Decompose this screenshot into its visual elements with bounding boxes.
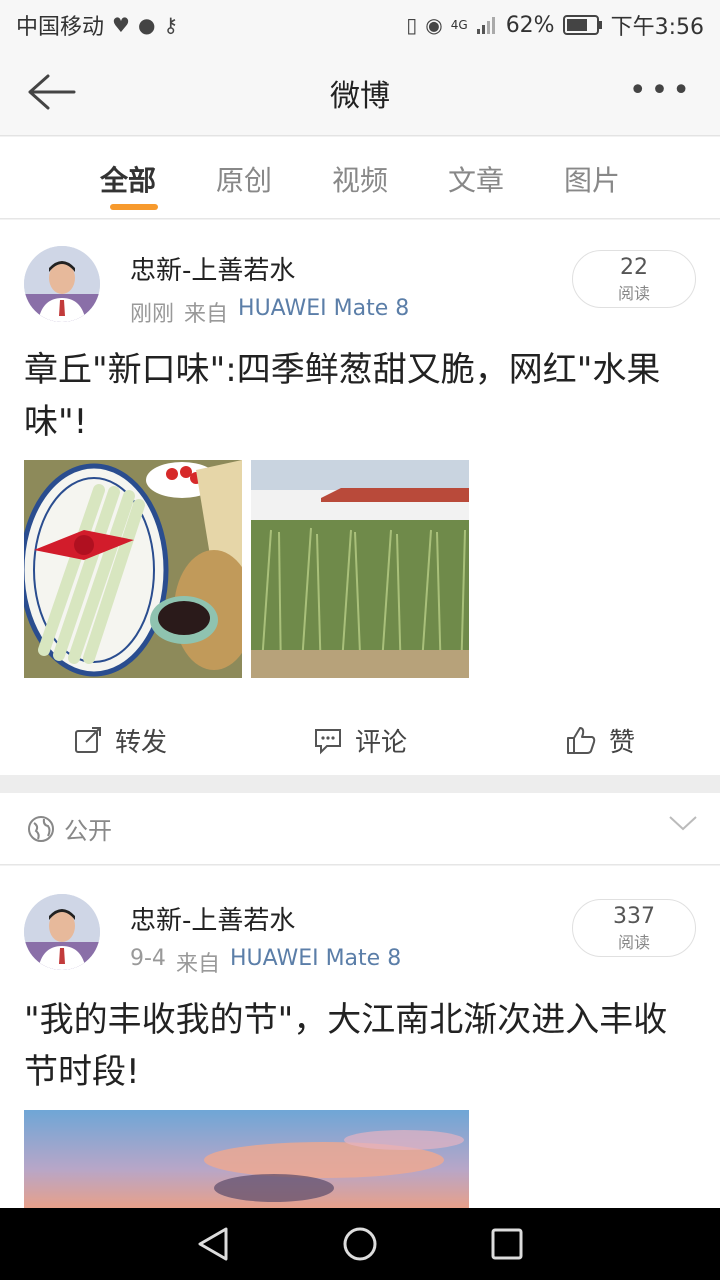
comment-icon (314, 729, 341, 755)
network-type: 4G (450, 18, 468, 32)
read-count-badge: 22 阅读 (572, 250, 696, 308)
thumbs-up-icon (566, 727, 596, 754)
source-label: 来自 (184, 302, 229, 327)
read-count-badge: 337 阅读 (572, 899, 696, 957)
user-name[interactable]: 忠新-上善若水 (130, 250, 295, 287)
globe-icon (28, 815, 54, 842)
eye-icon: ◉ (425, 13, 443, 37)
visibility-row[interactable]: 公开 (0, 793, 720, 865)
avatar[interactable] (24, 246, 100, 322)
like-button[interactable]: 赞 (480, 710, 720, 770)
post-time: 刚刚 (130, 302, 175, 327)
back-button[interactable] (26, 68, 82, 116)
comment-label: 评论 (354, 727, 407, 758)
filter-tabs: 全部 原创 视频 文章 图片 (0, 137, 720, 219)
device-link[interactable]: HUAWEI Mate 8 (230, 946, 401, 978)
read-label: 阅读 (617, 284, 650, 303)
read-label: 阅读 (617, 933, 650, 952)
triangle-back-icon (198, 1227, 228, 1261)
nav-back-button[interactable] (193, 1224, 233, 1264)
avatar[interactable] (24, 894, 100, 970)
tab-video[interactable]: 视频 (302, 137, 418, 218)
visibility-label: 公开 (64, 817, 112, 845)
chevron-down-icon[interactable] (668, 813, 698, 833)
read-count: 22 (620, 255, 648, 280)
repost-label: 转发 (114, 727, 167, 758)
status-bar: 中国移动 ♥ ● ⚷ ▯ ◉ 4G 62% 下午3:56 (0, 0, 720, 50)
read-count: 337 (613, 904, 655, 929)
like-label: 赞 (608, 727, 635, 758)
carrier-name: 中国移动 (16, 15, 105, 40)
nav-home-button[interactable] (340, 1224, 380, 1264)
post-meta: 刚刚 来自 HUAWEI Mate 8 (130, 296, 409, 328)
user-name[interactable]: 忠新-上善若水 (130, 900, 295, 937)
battery-percent: 62% (505, 12, 555, 38)
square-recents-icon (491, 1228, 523, 1260)
post-meta: 9-4 来自 HUAWEI Mate 8 (130, 946, 401, 978)
post-text[interactable]: 章丘"新口味":四季鲜葱甜又脆，网红"水果味"! (24, 344, 696, 448)
repost-button[interactable]: 转发 (0, 710, 240, 770)
clock: 下午3:56 (610, 15, 704, 40)
heartbeat-icon: ♥ (112, 13, 130, 37)
nav-recents-button[interactable] (487, 1224, 527, 1264)
signal-icon (476, 17, 495, 34)
more-options-icon[interactable]: ••• (629, 76, 694, 106)
comment-button[interactable]: 评论 (240, 710, 480, 770)
system-nav-bar (0, 1208, 720, 1280)
scallion-plate-photo[interactable] (24, 460, 242, 678)
back-arrow-icon (28, 74, 76, 110)
tab-all[interactable]: 全部 (70, 137, 186, 218)
message-icon: ● (137, 13, 156, 37)
title-bar: 微博 ••• (0, 50, 720, 136)
tab-original[interactable]: 原创 (186, 137, 302, 218)
post-card: 忠新-上善若水 9-4 来自 HUAWEI Mate 8 337 阅读 "我的丰… (0, 866, 720, 1208)
post-card: 忠新-上善若水 刚刚 来自 HUAWEI Mate 8 22 阅读 章丘"新口味… (0, 220, 720, 775)
post-time: 9-4 (130, 946, 166, 971)
tab-article[interactable]: 文章 (418, 137, 534, 218)
post-text[interactable]: "我的丰收我的节"，大江南北渐次进入丰收节时段! (24, 994, 696, 1098)
source-label: 来自 (175, 952, 220, 977)
key-icon: ⚷ (163, 13, 179, 37)
post-actions: 转发 评论 赞 (0, 710, 720, 770)
scallion-field-photo[interactable] (251, 460, 469, 678)
sunset-sky-photo[interactable] (24, 1110, 469, 1208)
page-title: 微博 (330, 78, 390, 114)
tab-photos[interactable]: 图片 (534, 137, 650, 218)
circle-home-icon (343, 1227, 377, 1261)
divider (0, 775, 720, 793)
repost-icon (74, 727, 101, 753)
battery-icon (562, 15, 602, 35)
vibrate-icon: ▯ (406, 13, 418, 37)
device-link[interactable]: HUAWEI Mate 8 (238, 296, 409, 328)
